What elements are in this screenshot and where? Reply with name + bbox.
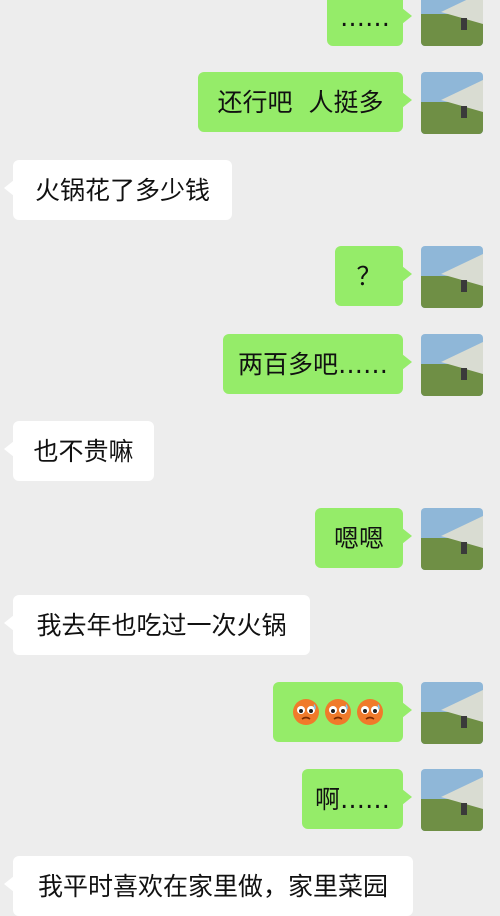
worried-face-emoji bbox=[356, 698, 384, 726]
incoming-message-bubble[interactable]: 也不贵嘛 bbox=[4, 421, 154, 481]
message-text: 火锅花了多少钱 bbox=[34, 175, 210, 205]
incoming-message-bubble[interactable]: 我去年也吃过一次火锅 bbox=[4, 595, 310, 655]
worried-face-emoji bbox=[292, 698, 320, 726]
incoming-message-bubble[interactable]: 我平时喜欢在家里做，家里菜园 bbox=[4, 856, 413, 916]
message-text: 我平时喜欢在家里做，家里菜园 bbox=[37, 871, 388, 901]
message-text: 两百多吧…… bbox=[237, 349, 388, 379]
chat-message-list[interactable]: …… 还行吧 人挺多 火锅花了多少钱 ？ 两百多吧…… 也不贵嘛 嗯嗯 我去年也… bbox=[0, 0, 500, 916]
avatar[interactable] bbox=[421, 0, 483, 46]
outgoing-message-bubble[interactable]: …… bbox=[327, 0, 412, 46]
outgoing-message-bubble[interactable]: 还行吧 人挺多 bbox=[198, 72, 412, 132]
avatar[interactable] bbox=[421, 682, 483, 744]
message-text: 啊…… bbox=[314, 784, 390, 814]
avatar[interactable] bbox=[421, 508, 483, 570]
avatar[interactable] bbox=[421, 769, 483, 831]
worried-face-emoji bbox=[324, 698, 352, 726]
outgoing-message-bubble[interactable]: ？ bbox=[335, 246, 412, 306]
avatar[interactable] bbox=[421, 246, 483, 308]
outgoing-message-bubble[interactable] bbox=[273, 682, 412, 742]
message-text: 也不贵嘛 bbox=[33, 436, 134, 466]
incoming-message-bubble[interactable]: 火锅花了多少钱 bbox=[4, 160, 232, 220]
message-text: …… bbox=[340, 2, 390, 32]
outgoing-message-bubble[interactable]: 嗯嗯 bbox=[315, 508, 412, 568]
avatar[interactable] bbox=[421, 334, 483, 396]
outgoing-message-bubble[interactable]: 两百多吧…… bbox=[223, 334, 412, 394]
outgoing-message-bubble[interactable]: 啊…… bbox=[302, 769, 412, 829]
message-text: 我去年也吃过一次火锅 bbox=[36, 610, 287, 640]
message-text: ？ bbox=[356, 261, 382, 291]
message-text: 还行吧 人挺多 bbox=[217, 87, 384, 117]
message-text: 嗯嗯 bbox=[333, 523, 384, 553]
avatar[interactable] bbox=[421, 72, 483, 134]
